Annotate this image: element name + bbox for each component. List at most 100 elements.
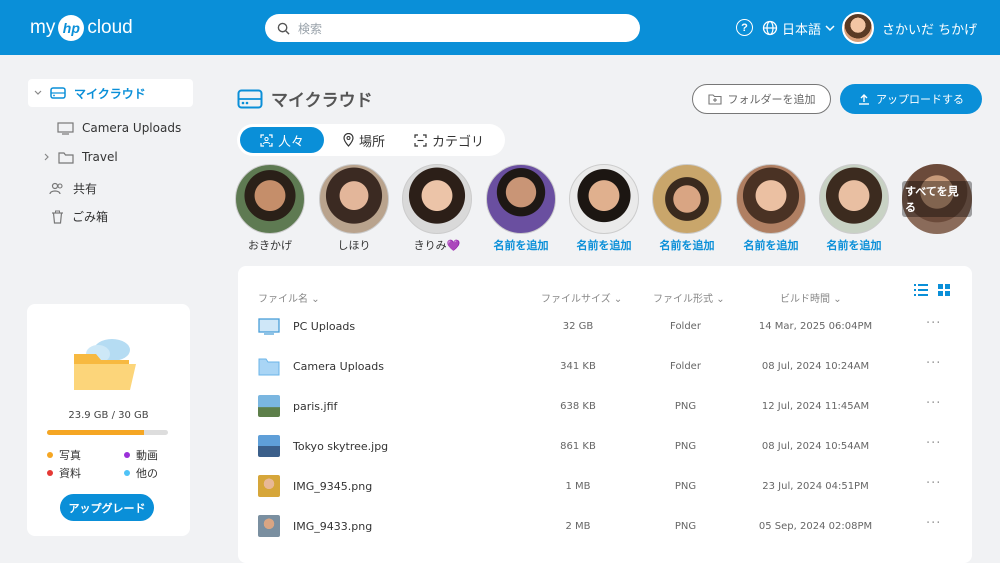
sidebar-item-trash[interactable]: ごみ箱: [51, 208, 108, 225]
person-item[interactable]: 名前を追加: [819, 164, 889, 253]
file-type: PNG: [674, 441, 697, 452]
person-item[interactable]: 名前を追加: [652, 164, 722, 253]
image-thumbnail-icon: [258, 515, 280, 537]
legend-documents: 資料: [47, 465, 81, 481]
upload-button[interactable]: アップロードする: [840, 84, 982, 114]
add-name-link[interactable]: 名前を追加: [486, 237, 556, 253]
legend-label: 他の: [136, 467, 158, 480]
avatar: [842, 12, 874, 44]
more-icon[interactable]: ···: [926, 476, 941, 491]
file-table: ファイル名 ⌄ ファイルサイズ ⌄ ファイル形式 ⌄ ビルド時間 ⌄ PC Up…: [238, 266, 972, 563]
table-row[interactable]: IMG_9433.png 2 MB PNG 05 Sep, 2024 02:08…: [238, 506, 972, 546]
table-row[interactable]: Camera Uploads 341 KB Folder 08 Jul, 202…: [238, 346, 972, 386]
page-title-text: マイクラウド: [271, 91, 373, 111]
add-name-link[interactable]: 名前を追加: [736, 237, 806, 253]
file-size: 861 KB: [560, 441, 596, 452]
file-date: 08 Jul, 2024 10:24AM: [761, 361, 870, 372]
storage-card: 23.9 GB / 30 GB 写真 動画 資料 他の アップグレード: [27, 304, 190, 536]
page-title: マイクラウド: [237, 86, 373, 111]
sidebar-item-shared[interactable]: 共有: [49, 180, 97, 197]
table-row[interactable]: IMG_9345.png 1 MB PNG 23 Jul, 2024 04:51…: [238, 466, 972, 506]
legend-label: 資料: [59, 467, 81, 480]
person-item[interactable]: 名前を追加: [486, 164, 556, 253]
sidebar-item-label: ごみ箱: [72, 210, 109, 224]
globe-icon: [762, 20, 778, 36]
file-size: 1 MB: [565, 481, 591, 492]
grid-view-icon[interactable]: [938, 284, 950, 296]
tab-people[interactable]: 人々: [240, 127, 324, 153]
trash-icon: [52, 210, 63, 224]
file-date: 05 Sep, 2024 02:08PM: [758, 521, 873, 532]
table-row[interactable]: paris.jfif 638 KB PNG 12 Jul, 2024 11:45…: [238, 386, 972, 426]
sidebar-item-label: Camera Uploads: [82, 121, 182, 135]
person-item[interactable]: きりみ💜: [402, 164, 472, 253]
column-header-size[interactable]: ファイルサイズ ⌄: [541, 290, 622, 305]
more-icon[interactable]: ···: [926, 356, 941, 371]
language-selector[interactable]: 日本語: [762, 17, 835, 39]
image-thumbnail-icon: [258, 395, 280, 417]
user-name: さかいだ ちかげ: [882, 22, 978, 38]
sidebar-item-label: マイクラウド: [74, 86, 146, 101]
monitor-icon: [258, 318, 280, 335]
person-item[interactable]: おきかげ: [235, 164, 305, 253]
file-size: 638 KB: [560, 401, 596, 412]
face-scan-icon: [260, 133, 273, 147]
legend-label: 動画: [136, 449, 158, 462]
legend-photos: 写真: [47, 447, 81, 463]
add-name-link[interactable]: 名前を追加: [569, 237, 639, 253]
person-photo: [736, 164, 806, 234]
sidebar: マイクラウド Camera Uploads Travel 共有 ごみ箱 23.9…: [0, 55, 215, 563]
legend-dot: [124, 452, 130, 458]
cloud-folder-icon: [74, 339, 136, 390]
column-header-type[interactable]: ファイル形式 ⌄: [653, 290, 725, 305]
more-icon[interactable]: ···: [926, 316, 941, 331]
more-icon[interactable]: ···: [926, 436, 941, 451]
more-icon[interactable]: ···: [926, 396, 941, 411]
person-photo: [235, 164, 305, 234]
person-photo: [819, 164, 889, 234]
see-all-people-button[interactable]: すべてを見る: [902, 164, 972, 234]
search-icon: [277, 22, 290, 35]
file-type: PNG: [674, 401, 697, 412]
tab-label: 人々: [277, 134, 304, 150]
table-row[interactable]: Tokyo skytree.jpg 861 KB PNG 08 Jul, 202…: [238, 426, 972, 466]
file-size: 2 MB: [565, 521, 591, 532]
tab-places[interactable]: 場所: [324, 127, 404, 153]
app-logo[interactable]: my hp cloud: [30, 14, 133, 42]
search-input[interactable]: 検索: [265, 14, 640, 42]
person-name: きりみ💜: [413, 239, 461, 252]
person-item[interactable]: 名前を追加: [569, 164, 639, 253]
file-name: PC Uploads: [293, 320, 356, 333]
person-item[interactable]: しほり: [319, 164, 389, 253]
column-header-date[interactable]: ビルド時間 ⌄: [780, 290, 842, 305]
add-name-link[interactable]: 名前を追加: [652, 237, 722, 253]
column-header-name[interactable]: ファイル名 ⌄: [258, 290, 320, 305]
sort-icon: ⌄: [833, 294, 842, 305]
category-tabs: 人々 場所 カテゴリ: [237, 124, 505, 156]
image-thumbnail-icon: [258, 435, 280, 457]
tab-categories[interactable]: カテゴリ: [404, 127, 494, 153]
upgrade-button[interactable]: アップグレード: [60, 494, 154, 521]
view-toggle: [914, 284, 950, 296]
person-photo: [486, 164, 556, 234]
tab-label: 場所: [358, 134, 385, 150]
sidebar-item-travel[interactable]: Travel: [44, 150, 118, 164]
see-all-label: すべてを見る: [902, 181, 972, 217]
sidebar-item-mycloud[interactable]: マイクラウド: [28, 79, 193, 107]
category-icon: [414, 133, 427, 147]
table-row[interactable]: PC Uploads 32 GB Folder 14 Mar, 2025 06:…: [238, 306, 972, 346]
add-folder-button[interactable]: フォルダーを追加: [692, 84, 831, 114]
logo-text-cloud: cloud: [87, 17, 133, 38]
add-name-link[interactable]: 名前を追加: [819, 237, 889, 253]
sidebar-item-camera-uploads[interactable]: Camera Uploads: [57, 121, 181, 135]
help-icon[interactable]: ?: [736, 19, 753, 36]
column-label: ビルド時間: [780, 294, 830, 305]
person-item[interactable]: 名前を追加: [736, 164, 806, 253]
user-menu[interactable]: さかいだ ちかげ: [842, 12, 977, 44]
list-view-icon[interactable]: [914, 284, 928, 296]
file-size: 32 GB: [562, 321, 594, 332]
more-icon[interactable]: ···: [926, 516, 941, 531]
file-type: Folder: [670, 321, 701, 332]
pin-icon: [343, 133, 354, 147]
search-placeholder: 検索: [298, 21, 323, 36]
